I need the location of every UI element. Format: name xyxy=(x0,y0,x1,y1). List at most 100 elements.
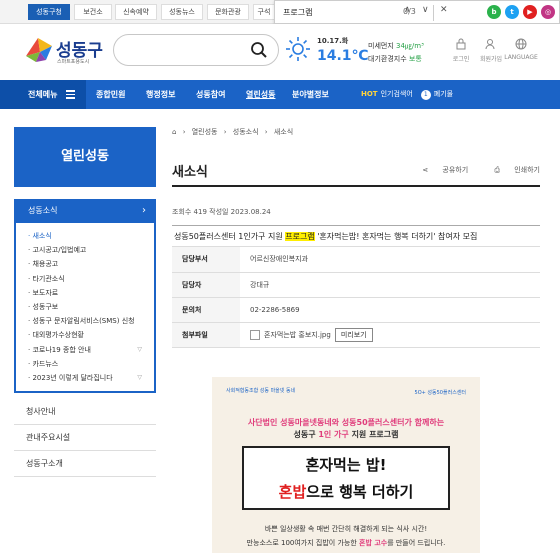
chevron-down-icon: ▽ xyxy=(137,345,142,353)
row-label: 담당부서 xyxy=(172,247,240,273)
link-seongdong-news[interactable]: 성동뉴스 xyxy=(161,4,203,20)
post-info-table: 담당부서 어르신장애인복지과 담당자 강대규 문의처 02-2286-5869 첨부파… xyxy=(172,247,540,348)
sidebar-item-other-agency[interactable]: · 타기관소식 xyxy=(28,272,146,286)
sidebar: 열린성동 성동소식 › · 새소식 · 고시공고/입법예고 · 채용공고 · 타기… xyxy=(14,127,156,478)
poster-d2-post: 를 만들어 드립니다. xyxy=(387,539,446,547)
sidebar-item-facilities[interactable]: 관내주요시설 xyxy=(14,425,156,452)
sidebar-title: 열린성동 xyxy=(14,127,156,187)
poster-desc-1: 바쁜 일상생활 속 매번 간단히 해결하게 되는 식사 시간! xyxy=(264,525,428,533)
poster-image: 사회적협동조합 성동 마을넷 동네 5O+ 성동50플러스센터 사단법인 성동마… xyxy=(212,377,480,553)
article-title-pre: 성동50플러스센터 1인가구 지원 xyxy=(174,232,286,241)
hot-keywords[interactable]: HOT 인기검색어 1 폐기물 xyxy=(361,80,453,109)
sidebar-item-press[interactable]: · 보도자료 xyxy=(28,286,146,300)
weather-temp: 14.1℃ xyxy=(317,48,369,64)
link-seongdong-office[interactable]: 성동구청 xyxy=(28,4,70,20)
nav-participation[interactable]: 성동참여 xyxy=(196,80,225,109)
print-button[interactable]: ⎙ 인쇄하기 xyxy=(482,166,540,174)
sidebar-item-news[interactable]: · 새소식 xyxy=(28,229,146,243)
blog-icon[interactable]: b xyxy=(487,5,501,19)
crumb-open[interactable]: 열린성동 xyxy=(192,128,218,136)
weather-date: 10.17.화 xyxy=(317,37,349,45)
sidebar-item-label: 2023년 이렇게 달라집니다 xyxy=(32,374,113,383)
article-title-post: '혼자먹는밥! 혼자먹는 행복 더하기' 참여자 모집 xyxy=(314,232,478,241)
air-quality: 미세먼지 34㎍/m³ 대기환경지수 보통 xyxy=(368,40,424,66)
menu-icon[interactable] xyxy=(66,90,75,99)
user-add-icon xyxy=(485,39,495,50)
sidebar-item-bulletin[interactable]: · 성동구보 xyxy=(28,300,146,314)
sidebar-item-label: 카드뉴스 xyxy=(32,359,59,368)
row-label: 문의처 xyxy=(172,297,240,323)
twitter-icon[interactable]: t xyxy=(505,5,519,19)
table-row: 담당자 강대규 xyxy=(172,272,540,298)
nav-open-seongdong[interactable]: 열린성동 xyxy=(246,80,275,109)
poster-headline-red: 혼밥 xyxy=(278,483,307,501)
title-divider xyxy=(172,185,540,187)
find-next-icon[interactable]: ∨ xyxy=(422,5,429,15)
nav-field-info[interactable]: 분야별정보 xyxy=(292,80,329,109)
preview-button[interactable]: 미리보기 xyxy=(334,327,373,342)
sidebar-item-label: 보도자료 xyxy=(32,288,59,297)
file-icon xyxy=(250,329,260,340)
poster-l2-bold: 1인 가구 xyxy=(318,430,349,439)
sidebar-item-awards[interactable]: · 대외평가수상현황 xyxy=(28,328,146,342)
link-quick-reservation[interactable]: 신속예약 xyxy=(115,4,157,20)
poster-l2-post: 지원 프로그램 xyxy=(348,430,399,439)
poster-l2-pre: 성동구 xyxy=(293,430,319,439)
attachment-link[interactable]: 혼자먹는밥 홍보지.jpg xyxy=(264,331,331,339)
print-label: 인쇄하기 xyxy=(514,166,540,174)
home-icon[interactable]: ⌂ xyxy=(172,128,176,136)
link-culture-tour[interactable]: 문화관광 xyxy=(207,4,249,20)
logo-slogan: 스마트포용도시 xyxy=(57,59,90,65)
instagram-icon[interactable]: ◎ xyxy=(541,5,555,19)
find-prev-icon[interactable]: ∧ xyxy=(404,5,411,15)
sidebar-item-notice[interactable]: · 고시공고/입법예고 xyxy=(28,243,146,257)
page-actions: ⋖ 공유하기 ⎙ 인쇄하기 xyxy=(398,165,540,175)
poster-headline-2: 혼밥으로 행복 더하기 xyxy=(244,481,448,502)
row-label: 담당자 xyxy=(172,272,240,298)
find-close-icon[interactable]: ✕ xyxy=(440,5,448,15)
nav-civil-service[interactable]: 종합민원 xyxy=(96,80,125,109)
attachment-cell: 혼자먹는밥 홍보지.jpg 미리보기 xyxy=(240,322,540,348)
share-button[interactable]: ⋖ 공유하기 xyxy=(410,166,468,174)
page-title: 새소식 xyxy=(172,165,208,180)
youtube-icon[interactable]: ▶ xyxy=(523,5,537,19)
logo-mark-icon xyxy=(26,38,52,62)
search-input[interactable] xyxy=(113,34,279,66)
hot-word[interactable]: 폐기물 xyxy=(434,90,453,98)
sun-icon xyxy=(286,37,310,61)
poster-d2-bold: 혼밥 고수 xyxy=(359,539,388,547)
find-input[interactable]: 프로그램 xyxy=(283,7,312,18)
link-district[interactable]: 구석 xyxy=(253,4,275,20)
weather-widget: 10.17.화 14.1℃ xyxy=(285,34,369,70)
sidebar-item-cardnews[interactable]: · 카드뉴스 xyxy=(28,357,146,371)
globe-icon xyxy=(515,38,527,50)
sidebar-item-sms[interactable]: · 성동구 문자알림서비스(SMS) 신청 xyxy=(28,314,146,328)
sidebar-item-about[interactable]: 성동구소개 xyxy=(14,451,156,478)
link-health-center[interactable]: 보건소 xyxy=(74,4,112,20)
sidebar-category[interactable]: 성동소식 › xyxy=(14,199,156,223)
table-row: 문의처 02-2286-5869 xyxy=(172,297,540,323)
air-label: 대기환경지수 xyxy=(368,55,407,63)
sidebar-item-label: 채용공고 xyxy=(32,260,59,269)
sidebar-item-changes-2023[interactable]: · 2023년 이렇게 달라집니다 ▽ xyxy=(28,371,146,385)
poster-desc-2: 만능소스로 100여가지 집밥이 가능한 혼밥 고수를 만들어 드립니다. xyxy=(212,538,480,548)
table-row: 담당부서 어르신장애인복지과 xyxy=(172,247,540,273)
share-icon: ⋖ xyxy=(422,166,431,174)
sidebar-item-covid[interactable]: · 코로나19 종합 안내 ▽ xyxy=(28,343,146,357)
chevron-down-icon: ▽ xyxy=(137,374,142,382)
breadcrumb: ⌂ › 열린성동 › 성동소식 › 새소식 xyxy=(172,127,540,141)
print-icon: ⎙ xyxy=(494,166,503,174)
sidebar-item-label: 고시공고/입법예고 xyxy=(32,246,87,255)
search-icon[interactable] xyxy=(250,41,268,59)
sidebar-item-office-info[interactable]: 청사안내 xyxy=(14,399,156,426)
crumb-news-cat[interactable]: 성동소식 xyxy=(233,128,259,136)
air-value: 보통 xyxy=(408,55,422,63)
sidebar-item-label: 새소식 xyxy=(32,232,52,240)
site-logo[interactable]: 성동구 스마트포용도시 xyxy=(24,34,104,70)
language-link[interactable]: LANGUAGE xyxy=(498,38,544,61)
article-title: 성동50플러스센터 1인가구 지원 프로그램 '혼자먹는밥! 혼자먹는 행복 더… xyxy=(172,225,540,247)
sidebar-item-recruit[interactable]: · 채용공고 xyxy=(28,257,146,271)
nav-admin-info[interactable]: 행정정보 xyxy=(146,80,175,109)
main-nav: 전체메뉴 종합민원 행정정보 성동참여 열린성동 분야별정보 HOT 인기검색어 1… xyxy=(0,80,560,109)
chevron-right-icon: › xyxy=(142,205,146,216)
